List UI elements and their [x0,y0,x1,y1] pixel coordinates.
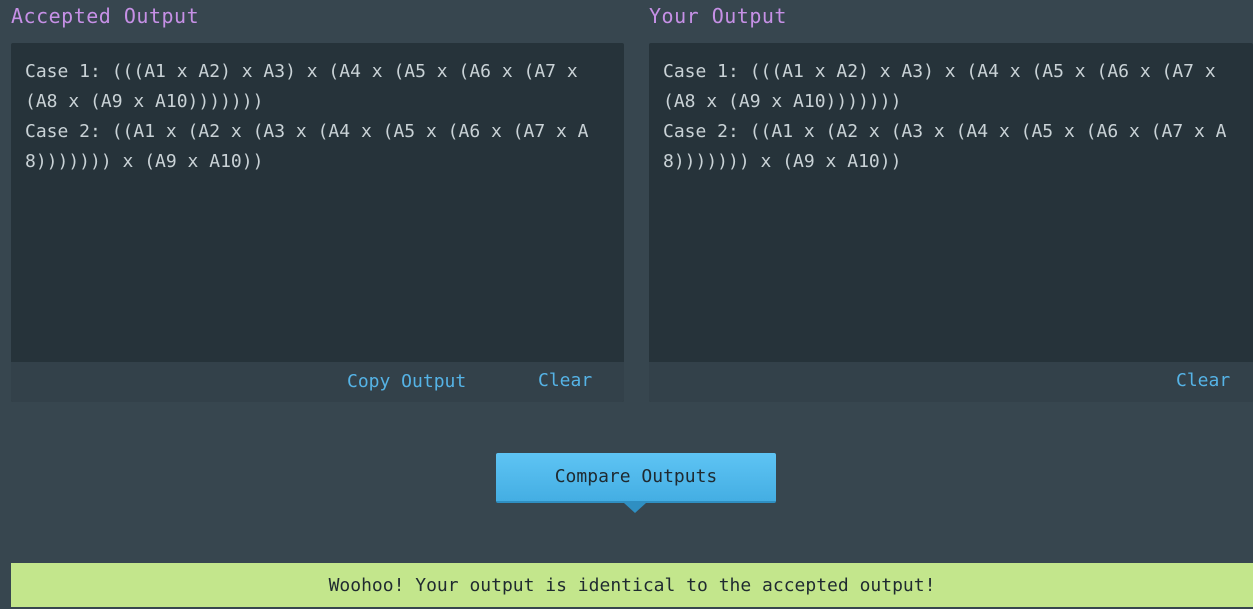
accepted-output-footer: Copy Output Clear [11,362,624,402]
copy-output-button[interactable]: Copy Output [347,371,466,392]
your-output-panel: Case 1: (((A1 x A2) x A3) x (A4 x (A5 x … [649,43,1253,402]
accepted-output-text[interactable]: Case 1: (((A1 x A2) x A3) x (A4 x (A5 x … [11,43,624,362]
your-output-title: Your Output [649,4,787,28]
your-clear-button[interactable]: Clear [1176,370,1230,391]
accepted-output-title: Accepted Output [11,4,200,28]
accepted-clear-button[interactable]: Clear [538,370,592,391]
your-output-text[interactable]: Case 1: (((A1 x A2) x A3) x (A4 x (A5 x … [649,43,1253,362]
compare-outputs-button[interactable]: Compare Outputs [496,453,776,503]
compare-pointer-arrow [624,503,646,513]
result-message: Woohoo! Your output is identical to the … [11,563,1253,607]
your-output-footer: Clear [649,362,1253,402]
accepted-output-panel: Case 1: (((A1 x A2) x A3) x (A4 x (A5 x … [11,43,624,402]
